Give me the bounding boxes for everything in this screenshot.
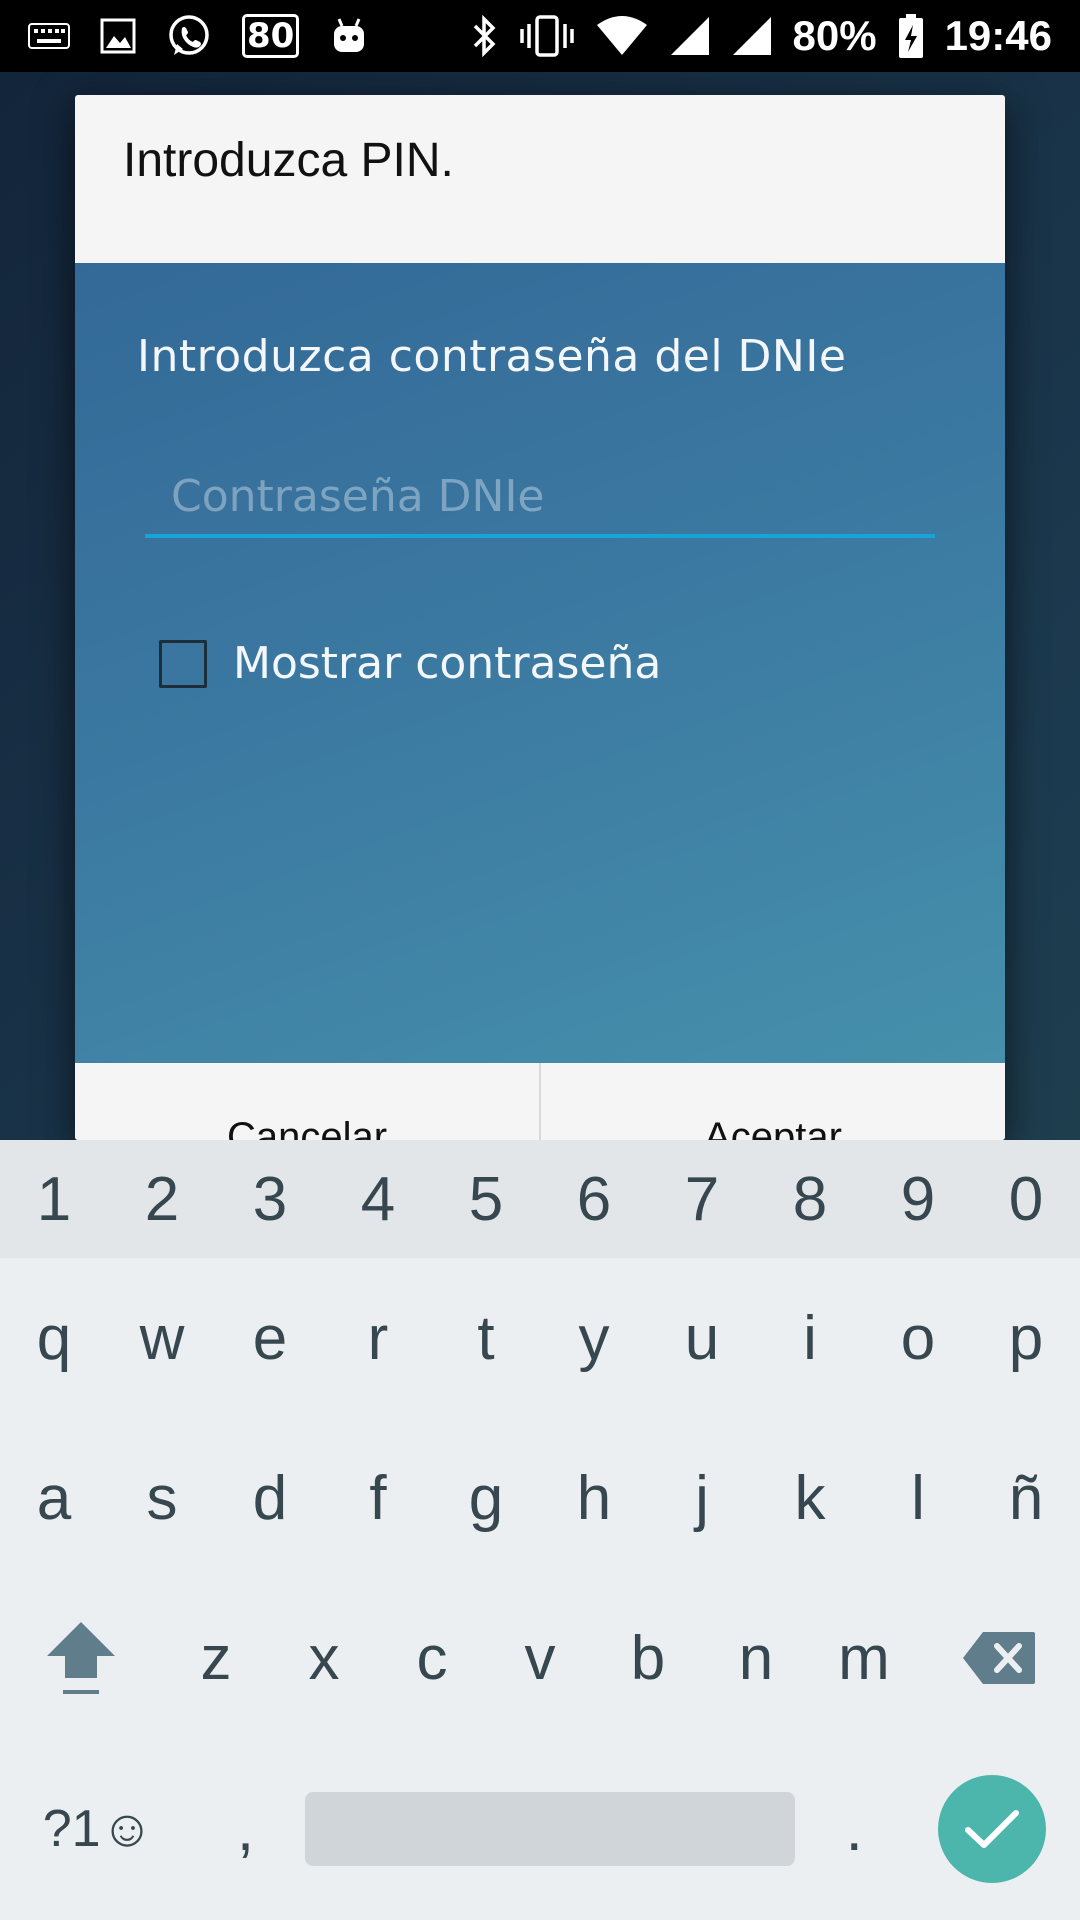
keyboard-row-3: z x c v b n m	[0, 1578, 1080, 1738]
comma-key[interactable]: ,	[196, 1738, 294, 1920]
key-k[interactable]: k	[756, 1418, 864, 1578]
backspace-icon	[963, 1632, 1035, 1684]
signal-icon	[731, 12, 773, 60]
key-h[interactable]: h	[540, 1418, 648, 1578]
keyboard-icon	[28, 12, 70, 60]
key-8[interactable]: 8	[756, 1140, 864, 1258]
shift-key[interactable]	[0, 1578, 162, 1738]
key-i[interactable]: i	[756, 1258, 864, 1418]
key-1[interactable]: 1	[0, 1140, 108, 1258]
badge-80-icon: 80	[242, 14, 300, 58]
key-c[interactable]: c	[378, 1578, 486, 1738]
key-o[interactable]: o	[864, 1258, 972, 1418]
android-icon	[329, 12, 369, 60]
enter-button[interactable]	[937, 1775, 1046, 1883]
whatsapp-icon	[166, 12, 212, 60]
keyboard-row-2: a s d f g h j k l ñ	[0, 1418, 1080, 1578]
key-j[interactable]: j	[648, 1418, 756, 1578]
key-u[interactable]: u	[648, 1258, 756, 1418]
space-key[interactable]	[295, 1738, 806, 1920]
key-e[interactable]: e	[216, 1258, 324, 1418]
backspace-key[interactable]	[918, 1578, 1080, 1738]
pin-dialog: Introduzca PIN. Introduzca contraseña de…	[75, 95, 1005, 1140]
key-x[interactable]: x	[270, 1578, 378, 1738]
key-m[interactable]: m	[810, 1578, 918, 1738]
key-w[interactable]: w	[108, 1258, 216, 1418]
key-a[interactable]: a	[0, 1418, 108, 1578]
dialog-title: Introduzca PIN.	[123, 134, 454, 187]
number-row: 1 2 3 4 5 6 7 8 9 0	[0, 1140, 1080, 1258]
key-0[interactable]: 0	[972, 1140, 1080, 1258]
key-s[interactable]: s	[108, 1418, 216, 1578]
key-2[interactable]: 2	[108, 1140, 216, 1258]
key-t[interactable]: t	[432, 1258, 540, 1418]
clock: 19:46	[944, 12, 1052, 59]
key-n[interactable]: n	[702, 1578, 810, 1738]
battery-percent: 80%	[792, 12, 877, 59]
key-g[interactable]: g	[432, 1418, 540, 1578]
key-v[interactable]: v	[486, 1578, 594, 1738]
checkmark-icon	[964, 1810, 1019, 1848]
key-6[interactable]: 6	[540, 1140, 648, 1258]
keyboard-row-1: q w e r t y u i o p	[0, 1258, 1080, 1418]
symbols-key[interactable]: ?1☺	[0, 1738, 196, 1920]
show-password-checkbox[interactable]	[159, 639, 207, 688]
space-bar[interactable]	[304, 1792, 795, 1866]
key-l[interactable]: l	[864, 1418, 972, 1578]
key-f[interactable]: f	[324, 1418, 432, 1578]
image-icon	[100, 12, 136, 60]
bluetooth-icon	[471, 12, 499, 60]
key-5[interactable]: 5	[432, 1140, 540, 1258]
password-input[interactable]	[145, 458, 935, 538]
soft-keyboard: 1 2 3 4 5 6 7 8 9 0 q w e r t y u i o p …	[0, 1140, 1080, 1920]
key-3[interactable]: 3	[216, 1140, 324, 1258]
keyboard-row-4: ?1☺ , .	[0, 1738, 1080, 1920]
dialog-body: Introduzca contraseña del DNIe Mostrar c…	[75, 263, 1005, 1063]
battery-charging-icon	[897, 12, 925, 60]
status-bar: 80 80% 19:46	[0, 0, 1080, 72]
show-password-label[interactable]: Mostrar contraseña	[233, 638, 661, 689]
key-d[interactable]: d	[216, 1418, 324, 1578]
key-7[interactable]: 7	[648, 1140, 756, 1258]
key-z[interactable]: z	[162, 1578, 270, 1738]
enter-key[interactable]	[903, 1738, 1080, 1920]
password-prompt: Introduzca contraseña del DNIe	[137, 331, 847, 382]
signal-icon	[669, 12, 711, 60]
key-y[interactable]: y	[540, 1258, 648, 1418]
key-enye[interactable]: ñ	[972, 1418, 1080, 1578]
show-password-row[interactable]: Mostrar contraseña	[159, 638, 661, 689]
accept-button[interactable]: Aceptar	[541, 1063, 1005, 1140]
key-p[interactable]: p	[972, 1258, 1080, 1418]
vibrate-icon	[519, 12, 575, 60]
dialog-buttons: Cancelar Aceptar	[75, 1063, 1005, 1140]
key-b[interactable]: b	[594, 1578, 702, 1738]
key-9[interactable]: 9	[864, 1140, 972, 1258]
period-key[interactable]: .	[805, 1738, 903, 1920]
key-q[interactable]: q	[0, 1258, 108, 1418]
wifi-icon	[595, 12, 649, 60]
key-r[interactable]: r	[324, 1258, 432, 1418]
key-4[interactable]: 4	[324, 1140, 432, 1258]
cancel-button[interactable]: Cancelar	[75, 1063, 541, 1140]
shift-arrow-icon	[47, 1622, 115, 1694]
